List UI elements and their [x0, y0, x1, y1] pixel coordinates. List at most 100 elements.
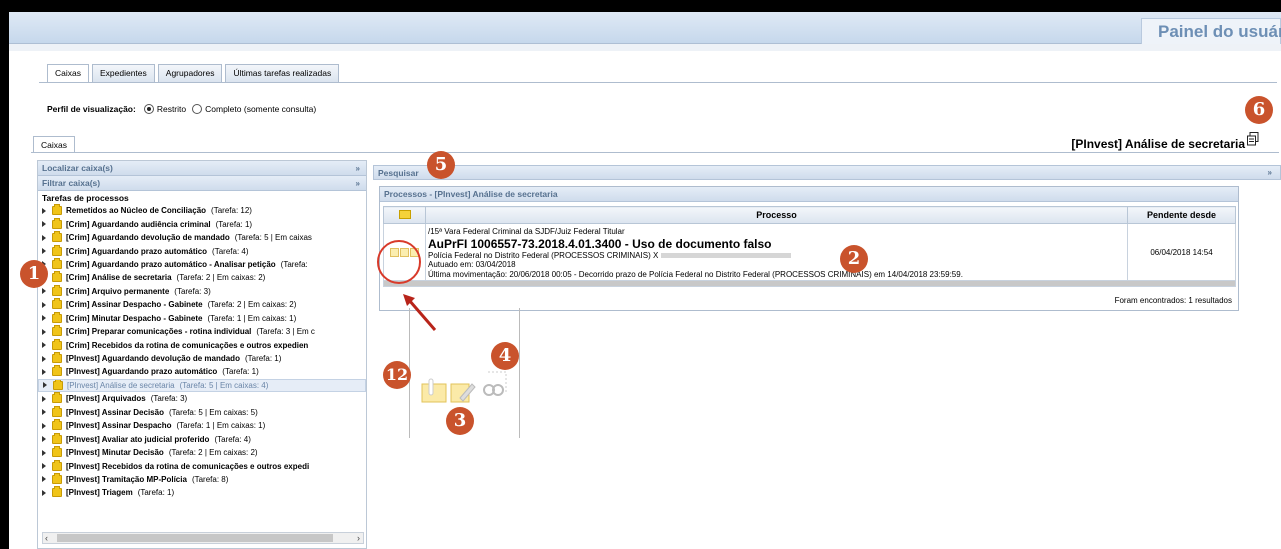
expand-arrow-icon[interactable] [42, 476, 46, 483]
expand-arrow-icon[interactable] [42, 449, 46, 456]
expand-arrow-icon[interactable] [42, 207, 46, 214]
task-item[interactable]: [Crim] Minutar Despacho - Gabinete (Taref… [38, 311, 366, 325]
task-count: (Tarefa: 1 | Em caixas: 1) [176, 421, 266, 431]
task-name: [Crim] Arquivo permanente [66, 286, 170, 296]
tab-expedientes[interactable]: Expedientes [91, 64, 155, 82]
header-processo[interactable]: Processo [425, 206, 1128, 224]
task-name: [Crim] Aguardando audiência criminal [66, 219, 211, 229]
expand-arrow-icon[interactable] [42, 395, 46, 402]
task-item[interactable]: [PInvest] Avaliar ato judicial proferido… [38, 432, 366, 445]
task-item[interactable]: [Crim] Análise de secretaria (Tarefa: 2 |… [38, 271, 366, 284]
task-item[interactable]: [Crim] Aguardando prazo automático (Taref… [38, 244, 366, 257]
radio-completo-label[interactable]: Completo (somente consulta) [205, 104, 316, 114]
task-item[interactable]: [PInvest] Assinar Decisão (Tarefa: 5 | Em… [38, 405, 366, 419]
annotation-badge: 5 [427, 151, 455, 179]
expand-arrow-icon[interactable] [42, 436, 46, 443]
task-count: (Tarefa: 12) [211, 206, 252, 216]
task-item[interactable]: Remetidos ao Núcleo de Conciliação (Taref… [38, 204, 366, 217]
task-name: [PInvest] Tramitação MP-Polícia [66, 474, 187, 484]
horizontal-scrollbar[interactable]: ‹ › [42, 532, 364, 544]
processo-cell[interactable]: /15ª Vara Federal Criminal da SJDF/Juiz … [425, 223, 1128, 281]
scroll-left-icon[interactable]: ‹ [45, 533, 48, 543]
task-item[interactable]: [PInvest] Triagem (Tarefa: 1) [38, 486, 366, 499]
annotation-badge: 3 [446, 407, 474, 435]
expand-icon[interactable]: » [356, 161, 360, 176]
expand-arrow-icon[interactable] [42, 301, 46, 308]
expand-arrow-icon[interactable] [42, 234, 46, 241]
tab-caixas-sub[interactable]: Caixas [33, 136, 75, 152]
task-name: [PInvest] Análise de secretaria [67, 380, 175, 390]
task-item[interactable]: [Crim] Preparar comunicações - rotina in… [38, 325, 366, 338]
copy-icon[interactable] [1247, 132, 1259, 146]
task-item[interactable]: [PInvest] Aguardando devolução de mandad… [38, 352, 366, 365]
pesquisar-label: Pesquisar [378, 168, 419, 178]
task-count: (Tarefa: 5 | Em caixas [234, 233, 312, 243]
tab-caixas[interactable]: Caixas [47, 64, 89, 82]
task-count: (Tarefa: 1) [137, 488, 175, 498]
expand-arrow-icon[interactable] [42, 221, 46, 228]
task-item[interactable]: [PInvest] Tramitação MP-Polícia (Tarefa: … [38, 472, 366, 486]
folder-icon [52, 257, 62, 269]
task-item[interactable]: [Crim] Aguardando audiência criminal (Tar… [38, 217, 366, 230]
task-name: [Crim] Assinar Despacho - Gabinete [66, 300, 203, 310]
task-item[interactable]: [Crim] Assinar Despacho - Gabinete (Taref… [38, 298, 366, 311]
ultima-movimentacao: Última movimentação: 20/06/2018 00:05 - … [428, 269, 963, 279]
task-item[interactable]: [PInvest] Recebidos da rotina de comunic… [38, 459, 366, 472]
task-item[interactable]: [Crim] Aguardando devolução de mandado (T… [38, 231, 366, 244]
main-tabs: Caixas Expedientes Agrupadores Últimas t… [47, 64, 342, 82]
folder-icon [52, 284, 62, 296]
header-pendente[interactable]: Pendente desde [1127, 206, 1236, 224]
tab-agrupadores[interactable]: Agrupadores [157, 64, 223, 82]
task-name: [Crim] Aguardando prazo automático [66, 246, 208, 256]
task-item[interactable]: [PInvest] Assinar Despacho (Tarefa: 1 | E… [38, 419, 366, 432]
expand-arrow-icon[interactable] [43, 382, 47, 389]
radio-restrito-label[interactable]: Restrito [157, 104, 186, 114]
table-row[interactable]: /15ª Vara Federal Criminal da SJDF/Juiz … [383, 223, 1236, 281]
expand-icon[interactable]: » [1268, 166, 1272, 180]
filtrar-caixa-bar[interactable]: Filtrar caixa(s) » [38, 176, 366, 191]
task-item[interactable]: [Crim] Arquivo permanente (Tarefa: 3) [38, 284, 366, 298]
task-item[interactable]: [PInvest] Aguardando prazo automático (Ta… [38, 365, 366, 378]
pesquisar-bar[interactable]: Pesquisar » [373, 165, 1281, 180]
tabs-divider [39, 82, 1277, 83]
task-name: [PInvest] Triagem [66, 488, 133, 498]
partes-line: Polícia Federal no Distrito Federal (PRO… [428, 251, 1125, 261]
radio-restrito[interactable] [143, 104, 154, 114]
expand-arrow-icon[interactable] [42, 288, 46, 295]
task-item[interactable]: [PInvest] Análise de secretaria (Tarefa: … [38, 378, 366, 393]
scroll-right-icon[interactable]: › [357, 533, 360, 543]
expand-arrow-icon[interactable] [42, 489, 46, 496]
task-item[interactable]: [Crim] Aguardando prazo automático - Ana… [38, 257, 366, 271]
task-item[interactable]: [PInvest] Minutar Decisão (Tarefa: 2 | Em… [38, 446, 366, 459]
task-count: (Tarefa: 8) [191, 474, 229, 484]
expand-arrow-icon[interactable] [42, 463, 46, 470]
scroll-thumb[interactable] [57, 534, 333, 542]
expand-arrow-icon[interactable] [42, 409, 46, 416]
expand-arrow-icon[interactable] [42, 315, 46, 322]
expand-arrow-icon[interactable] [42, 368, 46, 375]
task-name: [Crim] Preparar comunicações - rotina in… [66, 327, 252, 337]
task-item[interactable]: [Crim] Recebidos da rotina de comunicaçõ… [38, 338, 366, 351]
task-count: (Tarefa: 2 | Em caixas: 2) [207, 300, 297, 310]
expand-arrow-icon[interactable] [42, 248, 46, 255]
task-name: [Crim] Aguardando prazo automático - Ana… [66, 259, 276, 269]
expand-icon[interactable]: » [356, 176, 360, 191]
expand-arrow-icon[interactable] [42, 422, 46, 429]
expand-arrow-icon[interactable] [42, 355, 46, 362]
tab-ultimas-tarefas[interactable]: Últimas tarefas realizadas [225, 64, 340, 82]
results-count: Foram encontrados: 1 resultados [1114, 296, 1232, 305]
annotation-badge: 2 [840, 245, 868, 273]
caixas-divider [31, 152, 1279, 153]
numero-processo[interactable]: AuPrFI 1006557-73.2018.4.01.3400 - Uso d… [428, 237, 1125, 251]
task-item[interactable]: [PInvest] Arquivados (Tarefa: 3) [38, 392, 366, 405]
expand-arrow-icon[interactable] [42, 342, 46, 349]
expand-arrow-icon[interactable] [42, 328, 46, 335]
task-name: [PInvest] Arquivados [66, 394, 146, 404]
folder-icon [52, 244, 62, 256]
task-count: (Tarefa: 4) [212, 246, 249, 256]
orgao-julgador: /15ª Vara Federal Criminal da SJDF/Juiz … [428, 227, 625, 236]
radio-completo[interactable] [192, 104, 203, 114]
task-name: Remetidos ao Núcleo de Conciliação [66, 206, 207, 216]
annotation-badge: 4 [491, 342, 519, 370]
localizar-caixa-bar[interactable]: Localizar caixa(s) » [38, 161, 366, 176]
